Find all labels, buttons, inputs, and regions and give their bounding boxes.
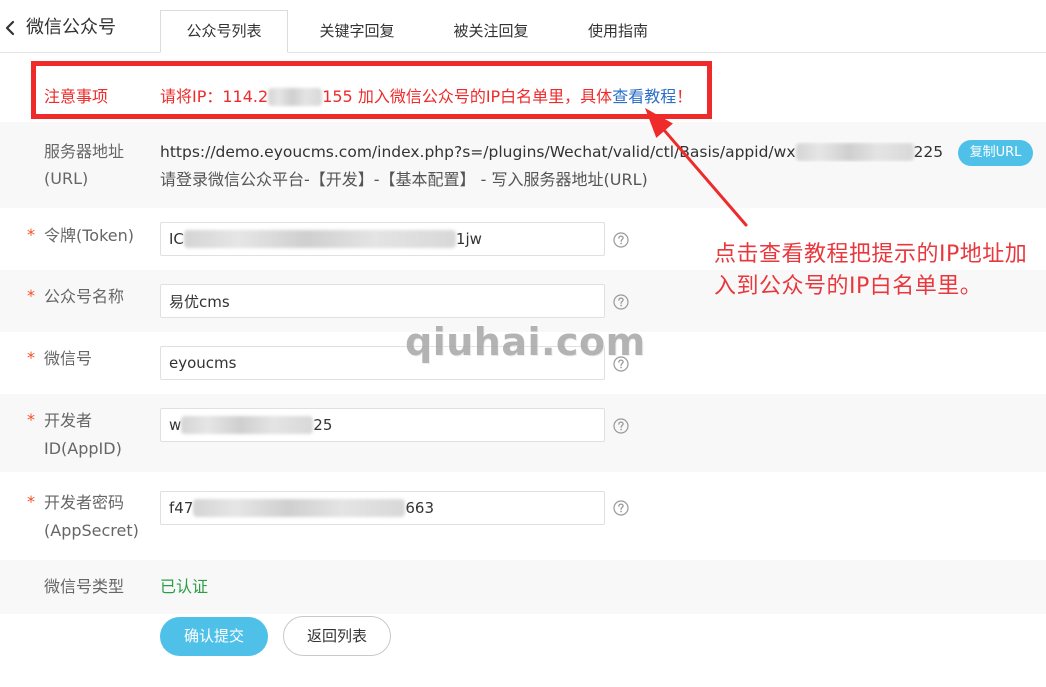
notice-row: 注意事项 请将IP：114.2 155 加入微信公众号的IP白名单里，具体查看教程… bbox=[0, 56, 1046, 122]
wechat-id-input[interactable] bbox=[160, 346, 605, 380]
help-icon[interactable] bbox=[613, 294, 629, 310]
tab-user-guide[interactable]: 使用指南 bbox=[556, 10, 680, 53]
server-url-label: 服务器地址 bbox=[44, 142, 125, 161]
redacted-blur bbox=[795, 143, 914, 161]
redacted-blur bbox=[268, 88, 323, 106]
tab-keyword-reply[interactable]: 关键字回复 bbox=[292, 10, 422, 53]
required-mark: * bbox=[27, 492, 35, 511]
app-id-value-end: 25 bbox=[313, 416, 333, 434]
server-url-label-sub: (URL) bbox=[44, 169, 89, 188]
account-type-row: 微信号类型 已认证 bbox=[0, 560, 1046, 614]
notice-label: 注意事项 bbox=[44, 87, 109, 106]
redacted-blur bbox=[181, 416, 314, 434]
tab-follow-reply[interactable]: 被关注回复 bbox=[426, 10, 556, 53]
copy-url-button[interactable]: 复制URL bbox=[958, 140, 1033, 166]
server-url-end: 225 bbox=[913, 143, 944, 161]
help-icon[interactable] bbox=[613, 500, 629, 516]
notice-text-start: 请将IP：114.2 bbox=[160, 87, 269, 106]
annotation-line: 点击查看教程把提示的IP地址加 bbox=[714, 242, 1028, 267]
app-secret-label: 开发者密码 bbox=[44, 493, 125, 512]
actions-row: 确认提交 返回列表 bbox=[0, 614, 1046, 687]
back-link[interactable]: 微信公众号 bbox=[4, 13, 116, 43]
account-type-status: 已认证 bbox=[160, 577, 209, 596]
app-secret-value-start: f47 bbox=[169, 499, 194, 517]
app-id-label-sub: ID(AppID) bbox=[44, 439, 122, 458]
wechat-id-row: * 微信号 bbox=[0, 332, 1046, 394]
server-url-start: https://demo.eyoucms.com/index.php?s=/pl… bbox=[160, 143, 796, 161]
annotation-line: 入到公众号的IP白名单里。 bbox=[714, 274, 983, 299]
server-url-hint: 请登录微信公众平台-【开发】-【基本配置】 - 写入服务器地址(URL) bbox=[160, 170, 648, 189]
redacted-blur bbox=[183, 230, 456, 248]
notice-text-middle: 155 加入微信公众号的IP白名单里，具体 bbox=[322, 87, 613, 106]
help-icon[interactable] bbox=[613, 418, 629, 434]
app-id-value-start: w bbox=[169, 416, 182, 434]
app-secret-input[interactable]: f47 663 bbox=[160, 491, 605, 525]
app-secret-label-sub: (AppSecret) bbox=[44, 521, 139, 540]
server-url-value: https://demo.eyoucms.com/index.php?s=/pl… bbox=[160, 142, 955, 162]
required-mark: * bbox=[27, 410, 35, 429]
app-id-row: * 开发者 ID(AppID) w 25 bbox=[0, 394, 1046, 472]
token-input[interactable]: IC 1jw bbox=[160, 222, 605, 256]
required-mark: * bbox=[27, 286, 35, 305]
back-to-list-button[interactable]: 返回列表 bbox=[283, 616, 391, 656]
annotation-callout: 点击查看教程把提示的IP地址加 入到公众号的IP白名单里。 bbox=[714, 239, 1027, 303]
help-icon[interactable] bbox=[613, 232, 629, 248]
account-type-label: 微信号类型 bbox=[44, 577, 125, 596]
app-secret-row: * 开发者密码 (AppSecret) f47 663 bbox=[0, 472, 1046, 560]
account-name-input[interactable] bbox=[160, 284, 605, 318]
page-title: 微信公众号 bbox=[26, 17, 116, 38]
notice-text-end: ！ bbox=[676, 87, 693, 106]
server-url-row: 服务器地址 (URL) https://demo.eyoucms.com/ind… bbox=[0, 122, 1046, 208]
app-secret-value-end: 663 bbox=[405, 499, 435, 517]
token-label: 令牌(Token) bbox=[44, 226, 135, 245]
app-id-input[interactable]: w 25 bbox=[160, 408, 605, 442]
tab-account-list[interactable]: 公众号列表 bbox=[160, 10, 288, 53]
required-mark: * bbox=[27, 225, 35, 244]
redacted-blur bbox=[193, 499, 406, 517]
submit-button[interactable]: 确认提交 bbox=[160, 617, 268, 656]
account-name-label: 公众号名称 bbox=[44, 287, 125, 306]
notice-message: 请将IP：114.2 155 加入微信公众号的IP白名单里，具体查看教程！ bbox=[160, 87, 692, 107]
wechat-id-label: 微信号 bbox=[44, 349, 93, 368]
required-mark: * bbox=[27, 348, 35, 367]
tutorial-link[interactable]: 查看教程 bbox=[612, 87, 676, 106]
app-id-label: 开发者 bbox=[44, 411, 93, 430]
help-icon[interactable] bbox=[613, 356, 629, 372]
chevron-left-icon bbox=[5, 20, 15, 36]
token-value-end: 1jw bbox=[455, 230, 482, 248]
token-value-start: IC bbox=[169, 230, 184, 248]
